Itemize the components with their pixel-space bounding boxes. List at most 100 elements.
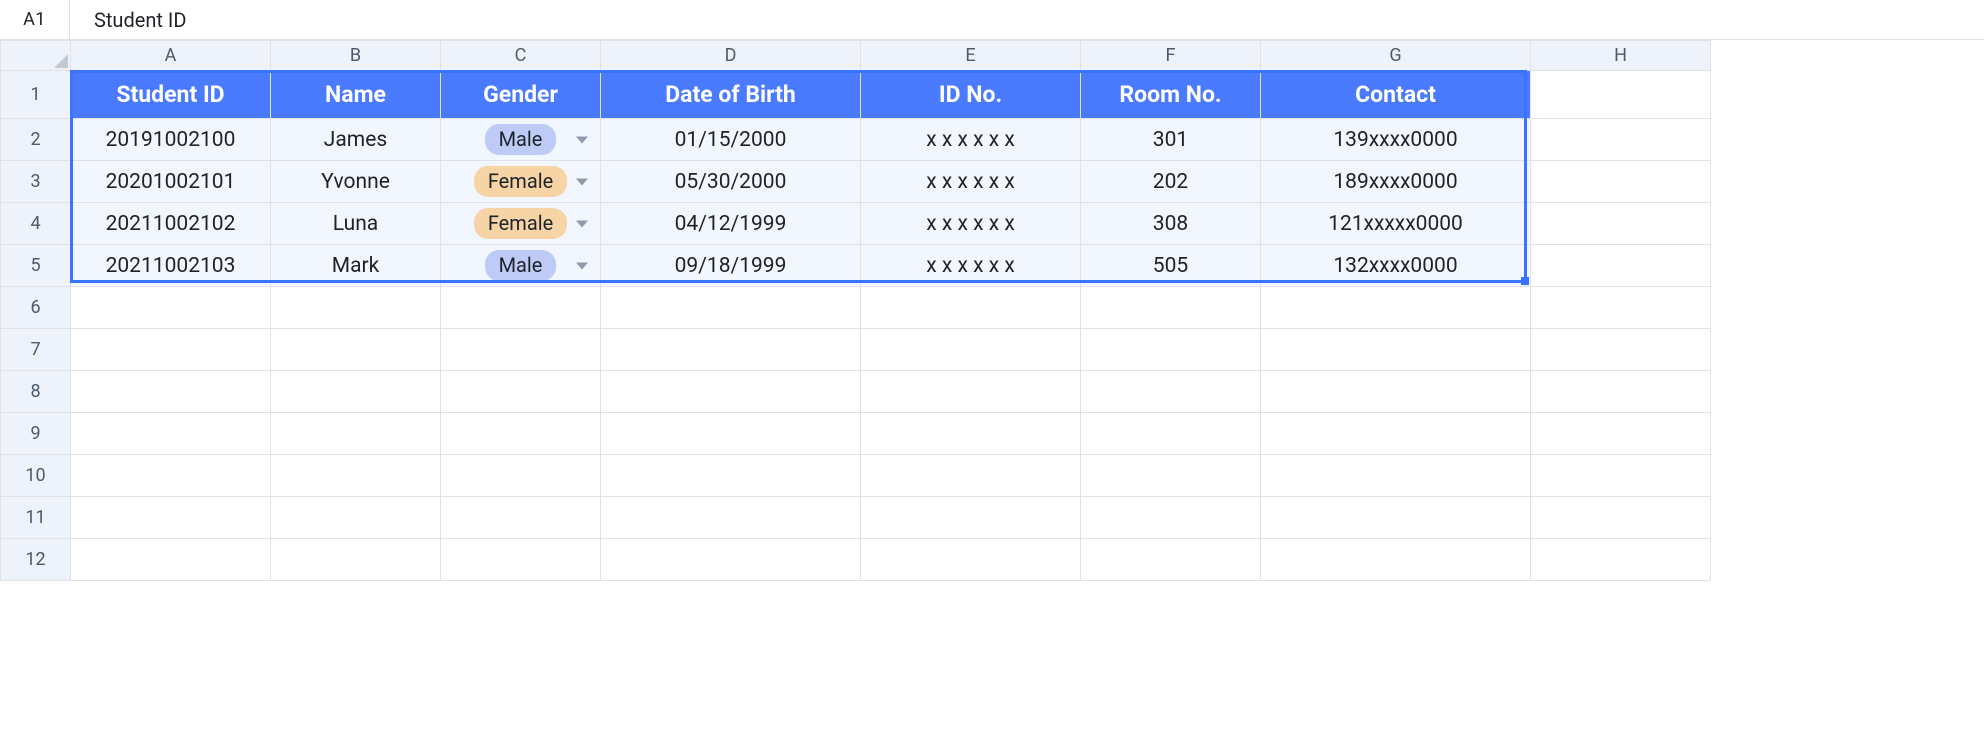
empty-cell[interactable] xyxy=(861,539,1081,581)
data-cell[interactable]: Male xyxy=(441,119,601,161)
data-cell[interactable]: 20211002102 xyxy=(71,203,271,245)
empty-cell[interactable] xyxy=(1081,539,1261,581)
empty-cell[interactable] xyxy=(271,497,441,539)
empty-cell[interactable] xyxy=(601,329,861,371)
empty-cell[interactable] xyxy=(1531,413,1711,455)
empty-cell[interactable] xyxy=(71,539,271,581)
empty-cell[interactable] xyxy=(1261,287,1531,329)
data-cell[interactable]: 121xxxxx0000 xyxy=(1261,203,1531,245)
data-cell[interactable]: x x x x x x xyxy=(861,161,1081,203)
empty-cell[interactable] xyxy=(861,371,1081,413)
data-cell[interactable]: 04/12/1999 xyxy=(601,203,861,245)
dropdown-arrow-icon[interactable] xyxy=(576,136,588,143)
formula-bar[interactable]: Student ID xyxy=(70,0,1984,39)
header-cell[interactable]: Student ID xyxy=(71,71,271,119)
header-cell[interactable]: Contact xyxy=(1261,71,1531,119)
empty-cell[interactable] xyxy=(271,371,441,413)
empty-cell[interactable] xyxy=(71,329,271,371)
data-cell[interactable] xyxy=(1531,245,1711,287)
data-cell[interactable]: 132xxxx0000 xyxy=(1261,245,1531,287)
empty-cell[interactable] xyxy=(1261,371,1531,413)
empty-cell[interactable] xyxy=(441,455,601,497)
row-header[interactable]: 6 xyxy=(1,287,71,329)
empty-cell[interactable] xyxy=(71,371,271,413)
empty-cell[interactable] xyxy=(441,413,601,455)
empty-cell[interactable] xyxy=(441,497,601,539)
data-cell[interactable]: 301 xyxy=(1081,119,1261,161)
column-header[interactable]: H xyxy=(1531,41,1711,71)
empty-cell[interactable] xyxy=(1531,287,1711,329)
column-header[interactable]: C xyxy=(441,41,601,71)
empty-cell[interactable] xyxy=(601,287,861,329)
empty-cell[interactable] xyxy=(1531,497,1711,539)
row-header[interactable]: 1 xyxy=(1,71,71,119)
column-header[interactable]: E xyxy=(861,41,1081,71)
data-cell[interactable]: Yvonne xyxy=(271,161,441,203)
empty-cell[interactable] xyxy=(71,413,271,455)
empty-cell[interactable] xyxy=(601,539,861,581)
empty-cell[interactable] xyxy=(1081,329,1261,371)
empty-cell[interactable] xyxy=(601,413,861,455)
data-cell[interactable]: 01/15/2000 xyxy=(601,119,861,161)
header-cell[interactable]: Date of Birth xyxy=(601,71,861,119)
header-cell[interactable]: Name xyxy=(271,71,441,119)
data-cell[interactable] xyxy=(1531,203,1711,245)
header-cell[interactable]: Gender xyxy=(441,71,601,119)
data-cell[interactable]: 505 xyxy=(1081,245,1261,287)
empty-cell[interactable] xyxy=(1261,497,1531,539)
empty-cell[interactable] xyxy=(441,287,601,329)
select-all-corner[interactable] xyxy=(1,41,71,71)
dropdown-arrow-icon[interactable] xyxy=(576,262,588,269)
column-header[interactable]: A xyxy=(71,41,271,71)
data-cell[interactable]: 139xxxx0000 xyxy=(1261,119,1531,161)
empty-cell[interactable] xyxy=(1531,539,1711,581)
row-header[interactable]: 8 xyxy=(1,371,71,413)
data-cell[interactable]: 308 xyxy=(1081,203,1261,245)
empty-cell[interactable] xyxy=(1531,455,1711,497)
header-cell[interactable]: Room No. xyxy=(1081,71,1261,119)
row-header[interactable]: 9 xyxy=(1,413,71,455)
empty-cell[interactable] xyxy=(1261,539,1531,581)
empty-cell[interactable] xyxy=(1081,413,1261,455)
empty-cell[interactable] xyxy=(601,455,861,497)
row-header[interactable]: 12 xyxy=(1,539,71,581)
data-cell[interactable]: 202 xyxy=(1081,161,1261,203)
empty-cell[interactable] xyxy=(1081,455,1261,497)
data-cell[interactable]: x x x x x x xyxy=(861,119,1081,161)
data-cell[interactable]: 189xxxx0000 xyxy=(1261,161,1531,203)
empty-cell[interactable] xyxy=(271,455,441,497)
empty-cell[interactable] xyxy=(1261,413,1531,455)
data-cell[interactable]: James xyxy=(271,119,441,161)
empty-cell[interactable] xyxy=(71,497,271,539)
empty-cell[interactable] xyxy=(1081,287,1261,329)
data-cell[interactable]: 09/18/1999 xyxy=(601,245,861,287)
empty-cell[interactable] xyxy=(271,413,441,455)
empty-cell[interactable] xyxy=(441,539,601,581)
empty-cell[interactable] xyxy=(71,287,271,329)
header-cell[interactable] xyxy=(1531,71,1711,119)
empty-cell[interactable] xyxy=(861,413,1081,455)
empty-cell[interactable] xyxy=(271,329,441,371)
data-cell[interactable]: Female xyxy=(441,203,601,245)
empty-cell[interactable] xyxy=(601,371,861,413)
empty-cell[interactable] xyxy=(71,455,271,497)
header-cell[interactable]: ID No. xyxy=(861,71,1081,119)
row-header[interactable]: 11 xyxy=(1,497,71,539)
column-header[interactable]: B xyxy=(271,41,441,71)
data-cell[interactable]: Female xyxy=(441,161,601,203)
row-header[interactable]: 7 xyxy=(1,329,71,371)
empty-cell[interactable] xyxy=(861,329,1081,371)
data-cell[interactable] xyxy=(1531,161,1711,203)
data-cell[interactable]: x x x x x x xyxy=(861,203,1081,245)
data-cell[interactable]: 20191002100 xyxy=(71,119,271,161)
empty-cell[interactable] xyxy=(271,287,441,329)
empty-cell[interactable] xyxy=(1531,371,1711,413)
column-header[interactable]: F xyxy=(1081,41,1261,71)
data-cell[interactable]: Luna xyxy=(271,203,441,245)
name-box[interactable]: A1 xyxy=(0,0,70,39)
data-cell[interactable]: Male xyxy=(441,245,601,287)
empty-cell[interactable] xyxy=(1261,455,1531,497)
dropdown-arrow-icon[interactable] xyxy=(576,220,588,227)
row-header[interactable]: 2 xyxy=(1,119,71,161)
empty-cell[interactable] xyxy=(271,539,441,581)
